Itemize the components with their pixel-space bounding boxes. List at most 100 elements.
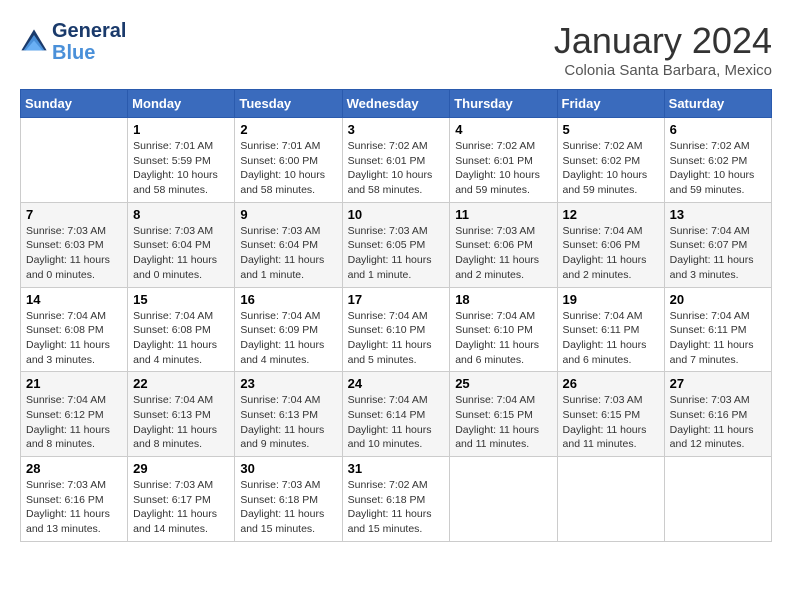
day-cell: 23 Sunrise: 7:04 AM Sunset: 6:13 PM Dayli… [235,372,342,457]
day-cell: 1 Sunrise: 7:01 AM Sunset: 5:59 PM Daylig… [128,118,235,203]
day-number: 27 [670,376,766,391]
header-row: SundayMondayTuesdayWednesdayThursdayFrid… [21,90,772,118]
day-number: 30 [240,461,336,476]
header-cell-thursday: Thursday [450,90,557,118]
day-cell: 10 Sunrise: 7:03 AM Sunset: 6:05 PM Dayli… [342,202,450,287]
header-cell-friday: Friday [557,90,664,118]
day-number: 28 [26,461,122,476]
logo: General Blue [20,20,126,64]
day-number: 29 [133,461,229,476]
day-number: 22 [133,376,229,391]
header-cell-sunday: Sunday [21,90,128,118]
day-cell: 4 Sunrise: 7:02 AM Sunset: 6:01 PM Daylig… [450,118,557,203]
day-cell: 15Sunrise: 7:04 AM Sunset: 6:08 PM Dayli… [128,287,235,372]
day-info: Sunrise: 7:04 AM Sunset: 6:15 PM Dayligh… [455,393,551,452]
day-info: Sunrise: 7:03 AM Sunset: 6:06 PM Dayligh… [455,224,551,283]
day-cell: 7 Sunrise: 7:03 AM Sunset: 6:03 PM Daylig… [21,202,128,287]
day-cell: 27 Sunrise: 7:03 AM Sunset: 6:16 PM Dayli… [664,372,771,457]
header-cell-monday: Monday [128,90,235,118]
day-number: 3 [348,122,445,137]
day-info: Sunrise: 7:04 AM Sunset: 6:13 PM Dayligh… [240,393,336,452]
logo-text-blue: Blue [52,42,126,64]
day-info: Sunrise: 7:02 AM Sunset: 6:18 PM Dayligh… [348,478,445,537]
day-cell: 3 Sunrise: 7:02 AM Sunset: 6:01 PM Daylig… [342,118,450,203]
day-info: Sunrise: 7:04 AM Sunset: 6:09 PM Dayligh… [240,309,336,368]
day-cell [664,457,771,542]
day-number: 1 [133,122,229,137]
day-number: 6 [670,122,766,137]
day-number: 10 [348,207,445,222]
week-row-1: 1 Sunrise: 7:01 AM Sunset: 5:59 PM Daylig… [21,118,772,203]
day-cell: 5 Sunrise: 7:02 AM Sunset: 6:02 PM Daylig… [557,118,664,203]
day-number: 20 [670,292,766,307]
week-row-5: 28Sunrise: 7:03 AM Sunset: 6:16 PM Dayli… [21,457,772,542]
page-header: General Blue January 2024 Colonia Santa … [20,20,772,79]
day-number: 7 [26,207,122,222]
day-number: 16 [240,292,336,307]
day-info: Sunrise: 7:01 AM Sunset: 6:00 PM Dayligh… [240,139,336,198]
day-cell: 25 Sunrise: 7:04 AM Sunset: 6:15 PM Dayli… [450,372,557,457]
day-info: Sunrise: 7:01 AM Sunset: 5:59 PM Dayligh… [133,139,229,198]
day-cell: 20 Sunrise: 7:04 AM Sunset: 6:11 PM Dayli… [664,287,771,372]
day-info: Sunrise: 7:02 AM Sunset: 6:01 PM Dayligh… [455,139,551,198]
day-info: Sunrise: 7:04 AM Sunset: 6:10 PM Dayligh… [455,309,551,368]
day-cell: 17Sunrise: 7:04 AM Sunset: 6:10 PM Dayli… [342,287,450,372]
calendar-header: SundayMondayTuesdayWednesdayThursdayFrid… [21,90,772,118]
day-cell: 13Sunrise: 7:04 AM Sunset: 6:07 PM Dayli… [664,202,771,287]
day-number: 9 [240,207,336,222]
day-number: 4 [455,122,551,137]
day-info: Sunrise: 7:04 AM Sunset: 6:10 PM Dayligh… [348,309,445,368]
day-number: 5 [563,122,659,137]
day-cell: 12Sunrise: 7:04 AM Sunset: 6:06 PM Dayli… [557,202,664,287]
day-number: 24 [348,376,445,391]
day-cell: 19Sunrise: 7:04 AM Sunset: 6:11 PM Dayli… [557,287,664,372]
day-cell: 9 Sunrise: 7:03 AM Sunset: 6:04 PM Daylig… [235,202,342,287]
day-info: Sunrise: 7:02 AM Sunset: 6:01 PM Dayligh… [348,139,445,198]
day-cell: 30Sunrise: 7:03 AM Sunset: 6:18 PM Dayli… [235,457,342,542]
day-cell: 24 Sunrise: 7:04 AM Sunset: 6:14 PM Dayli… [342,372,450,457]
calendar-table: SundayMondayTuesdayWednesdayThursdayFrid… [20,89,772,542]
header-cell-wednesday: Wednesday [342,90,450,118]
day-cell: 26Sunrise: 7:03 AM Sunset: 6:15 PM Dayli… [557,372,664,457]
day-cell: 31 Sunrise: 7:02 AM Sunset: 6:18 PM Dayli… [342,457,450,542]
day-info: Sunrise: 7:03 AM Sunset: 6:04 PM Dayligh… [133,224,229,283]
day-cell [21,118,128,203]
day-number: 11 [455,207,551,222]
day-info: Sunrise: 7:04 AM Sunset: 6:08 PM Dayligh… [133,309,229,368]
day-info: Sunrise: 7:03 AM Sunset: 6:03 PM Dayligh… [26,224,122,283]
header-cell-tuesday: Tuesday [235,90,342,118]
calendar-body: 1 Sunrise: 7:01 AM Sunset: 5:59 PM Daylig… [21,118,772,542]
day-info: Sunrise: 7:03 AM Sunset: 6:16 PM Dayligh… [670,393,766,452]
day-info: Sunrise: 7:03 AM Sunset: 6:17 PM Dayligh… [133,478,229,537]
day-info: Sunrise: 7:02 AM Sunset: 6:02 PM Dayligh… [670,139,766,198]
day-cell [557,457,664,542]
header-cell-saturday: Saturday [664,90,771,118]
day-cell: 2Sunrise: 7:01 AM Sunset: 6:00 PM Daylig… [235,118,342,203]
day-number: 25 [455,376,551,391]
day-info: Sunrise: 7:04 AM Sunset: 6:11 PM Dayligh… [670,309,766,368]
day-cell [450,457,557,542]
day-info: Sunrise: 7:03 AM Sunset: 6:05 PM Dayligh… [348,224,445,283]
logo-icon [20,28,48,56]
day-cell: 22Sunrise: 7:04 AM Sunset: 6:13 PM Dayli… [128,372,235,457]
day-number: 14 [26,292,122,307]
day-cell: 14Sunrise: 7:04 AM Sunset: 6:08 PM Dayli… [21,287,128,372]
day-info: Sunrise: 7:04 AM Sunset: 6:07 PM Dayligh… [670,224,766,283]
day-number: 23 [240,376,336,391]
title-block: January 2024 Colonia Santa Barbara, Mexi… [554,20,772,79]
day-cell: 11 Sunrise: 7:03 AM Sunset: 6:06 PM Dayli… [450,202,557,287]
day-number: 31 [348,461,445,476]
day-number: 21 [26,376,122,391]
day-info: Sunrise: 7:04 AM Sunset: 6:14 PM Dayligh… [348,393,445,452]
day-info: Sunrise: 7:03 AM Sunset: 6:15 PM Dayligh… [563,393,659,452]
day-info: Sunrise: 7:02 AM Sunset: 6:02 PM Dayligh… [563,139,659,198]
day-info: Sunrise: 7:04 AM Sunset: 6:11 PM Dayligh… [563,309,659,368]
day-number: 12 [563,207,659,222]
logo-text-general: General [52,20,126,42]
day-cell: 28Sunrise: 7:03 AM Sunset: 6:16 PM Dayli… [21,457,128,542]
week-row-4: 21 Sunrise: 7:04 AM Sunset: 6:12 PM Dayli… [21,372,772,457]
day-info: Sunrise: 7:04 AM Sunset: 6:12 PM Dayligh… [26,393,122,452]
week-row-3: 14 Sunrise: 7:04 AM Sunset: 6:08 PM Dayli… [21,287,772,372]
day-info: Sunrise: 7:03 AM Sunset: 6:04 PM Dayligh… [240,224,336,283]
day-number: 18 [455,292,551,307]
